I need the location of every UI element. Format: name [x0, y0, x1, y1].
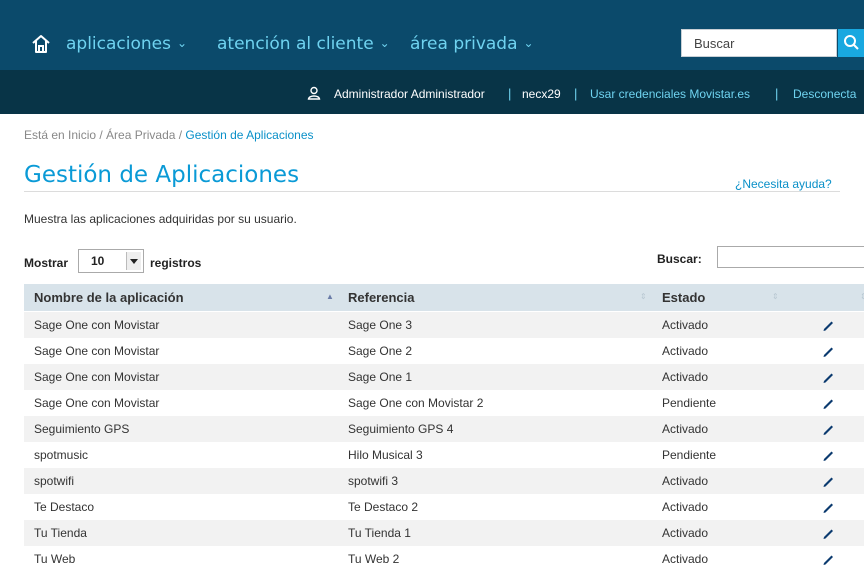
search-input[interactable]: Buscar	[681, 29, 837, 57]
search-button[interactable]	[838, 29, 864, 57]
column-header-name[interactable]: Nombre de la aplicación	[34, 290, 184, 305]
cell-app-name: Te Destaco	[34, 500, 95, 514]
chevron-down-icon: ⌄	[379, 36, 390, 50]
chevron-down-icon: ⌄	[523, 36, 534, 50]
sort-icon[interactable]: ⇕	[640, 292, 647, 301]
page-size-select[interactable]: 10	[78, 249, 144, 273]
table-search-input[interactable]	[717, 246, 864, 268]
table-row: Tu Tienda Tu Tienda 1 Activado	[24, 520, 864, 546]
table-row: Sage One con Movistar Sage One con Movist…	[24, 390, 864, 416]
cell-status: Activado	[662, 318, 709, 332]
user-icon	[307, 86, 321, 100]
user-bar: Administrador Administrador | necx29 | U…	[0, 70, 864, 114]
cell-reference: Sage One 1	[348, 370, 413, 384]
sort-asc-icon[interactable]: ▲	[326, 292, 334, 301]
edit-pencil-icon[interactable]	[821, 396, 835, 410]
edit-pencil-icon[interactable]	[821, 344, 835, 358]
cell-reference: spotwifi 3	[348, 474, 399, 488]
top-navbar: aplicaciones ⌄ atención al cliente ⌄ área …	[0, 0, 864, 70]
edit-pencil-icon[interactable]	[821, 422, 835, 436]
separator: |	[574, 86, 578, 101]
cell-app-name: spotwifi	[34, 474, 75, 488]
cell-status: Activado	[662, 422, 709, 436]
chevron-down-icon: ⌄	[176, 36, 188, 50]
cell-reference: Sage One 3	[348, 318, 413, 332]
cell-reference: Sage One 2	[348, 344, 413, 358]
nav-label: atención al cliente	[217, 34, 374, 54]
cell-reference: Tu Web 2	[348, 552, 400, 566]
cell-reference: Te Destaco 2	[348, 500, 419, 514]
edit-pencil-icon[interactable]	[821, 370, 835, 384]
table-search-label: Buscar:	[657, 252, 702, 266]
credentials-link[interactable]: Usar credenciales Movistar.es	[590, 87, 750, 101]
page-size-value: 10	[91, 254, 105, 268]
cell-status: Activado	[662, 500, 709, 514]
search-icon	[844, 35, 859, 50]
breadcrumb-current[interactable]: Gestión de Aplicaciones	[185, 128, 313, 142]
cell-status: Activado	[662, 526, 709, 540]
search-placeholder: Buscar	[694, 36, 735, 51]
column-header-reference[interactable]: Referencia	[348, 290, 414, 305]
edit-pencil-icon[interactable]	[821, 526, 835, 540]
separator: |	[508, 86, 512, 101]
help-link[interactable]: ¿Necesita ayuda?	[735, 177, 832, 191]
table-row: Sage One con Movistar Sage One 3 Activado	[24, 312, 864, 338]
nav-label: aplicaciones	[66, 34, 171, 54]
divider	[24, 191, 840, 192]
home-icon[interactable]	[30, 33, 52, 55]
logout-link[interactable]: Desconecta	[793, 87, 856, 101]
column-header-status[interactable]: Estado	[662, 290, 705, 305]
cell-app-name: Sage One con Movistar	[34, 318, 160, 332]
cell-status: Activado	[662, 552, 709, 566]
breadcrumb-path[interactable]: Está en Inicio / Área Privada /	[24, 128, 185, 142]
table-row: Tu Web Tu Web 2 Activado	[24, 546, 864, 572]
nav-area-privada[interactable]: área privada ⌄	[410, 34, 534, 54]
user-name: Administrador Administrador	[334, 87, 485, 101]
page-description: Muestra las aplicaciones adquiridas por …	[24, 212, 297, 226]
page-title: Gestión de Aplicaciones	[24, 162, 300, 188]
table-row: Sage One con Movistar Sage One 2 Activado	[24, 338, 864, 364]
cell-reference: Seguimiento GPS 4	[348, 422, 454, 436]
edit-pencil-icon[interactable]	[821, 318, 835, 332]
table-row: Seguimiento GPS Seguimiento GPS 4 Activado	[24, 416, 864, 442]
table-row: Te Destaco Te Destaco 2 Activado	[24, 494, 864, 520]
nav-aplicaciones[interactable]: aplicaciones ⌄	[66, 34, 187, 54]
cell-status: Activado	[662, 474, 709, 488]
cell-app-name: Seguimiento GPS	[34, 422, 130, 436]
cell-app-name: Tu Web	[34, 552, 76, 566]
cell-app-name: spotmusic	[34, 448, 89, 462]
edit-pencil-icon[interactable]	[821, 500, 835, 514]
cell-reference: Sage One con Movistar 2	[348, 396, 484, 410]
user-login: necx29	[522, 87, 561, 101]
cell-status: Pendiente	[662, 448, 717, 462]
cell-reference: Hilo Musical 3	[348, 448, 423, 462]
table-row: spotwifi spotwifi 3 Activado	[24, 468, 864, 494]
sort-icon[interactable]: ⇕	[772, 292, 779, 301]
cell-status: Activado	[662, 344, 709, 358]
edit-pencil-icon[interactable]	[821, 552, 835, 566]
cell-app-name: Sage One con Movistar	[34, 344, 160, 358]
cell-status: Pendiente	[662, 396, 717, 410]
cell-reference: Tu Tienda 1	[348, 526, 411, 540]
show-label: Mostrar	[24, 256, 69, 270]
nav-atencion-cliente[interactable]: atención al cliente ⌄	[217, 34, 390, 54]
edit-pencil-icon[interactable]	[821, 474, 835, 488]
sort-icon[interactable]: ⇕	[860, 292, 864, 301]
table-row: spotmusic Hilo Musical 3 Pendiente	[24, 442, 864, 468]
cell-app-name: Tu Tienda	[34, 526, 87, 540]
breadcrumb: Está en Inicio / Área Privada / Gestión …	[24, 128, 314, 142]
records-label: registros	[150, 256, 202, 270]
cell-status: Activado	[662, 370, 709, 384]
nav-label: área privada	[410, 34, 518, 54]
table-row: Sage One con Movistar Sage One 1 Activado	[24, 364, 864, 390]
cell-app-name: Sage One con Movistar	[34, 370, 160, 384]
table-header: Nombre de la aplicación ▲ Referencia ⇕ E…	[24, 284, 864, 311]
cell-app-name: Sage One con Movistar	[34, 396, 160, 410]
edit-pencil-icon[interactable]	[821, 448, 835, 462]
separator: |	[775, 86, 779, 101]
dropdown-arrow-icon	[126, 252, 141, 270]
